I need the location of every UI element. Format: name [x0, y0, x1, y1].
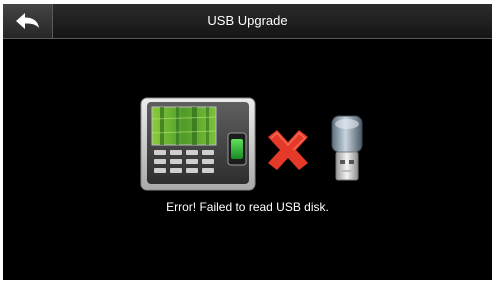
- back-arrow-icon: [16, 13, 39, 29]
- error-x-icon: [268, 130, 308, 170]
- usb-drive-icon: [331, 115, 363, 181]
- error-message: Error! Failed to read USB disk.: [166, 200, 329, 214]
- page-title: USB Upgrade: [207, 13, 288, 28]
- title-bar: USB Upgrade: [3, 4, 492, 39]
- attendance-terminal-icon: [140, 97, 256, 191]
- back-button[interactable]: [3, 4, 53, 38]
- usb-upgrade-screen: USB Upgrade Error! Failed to read USB di…: [3, 4, 492, 280]
